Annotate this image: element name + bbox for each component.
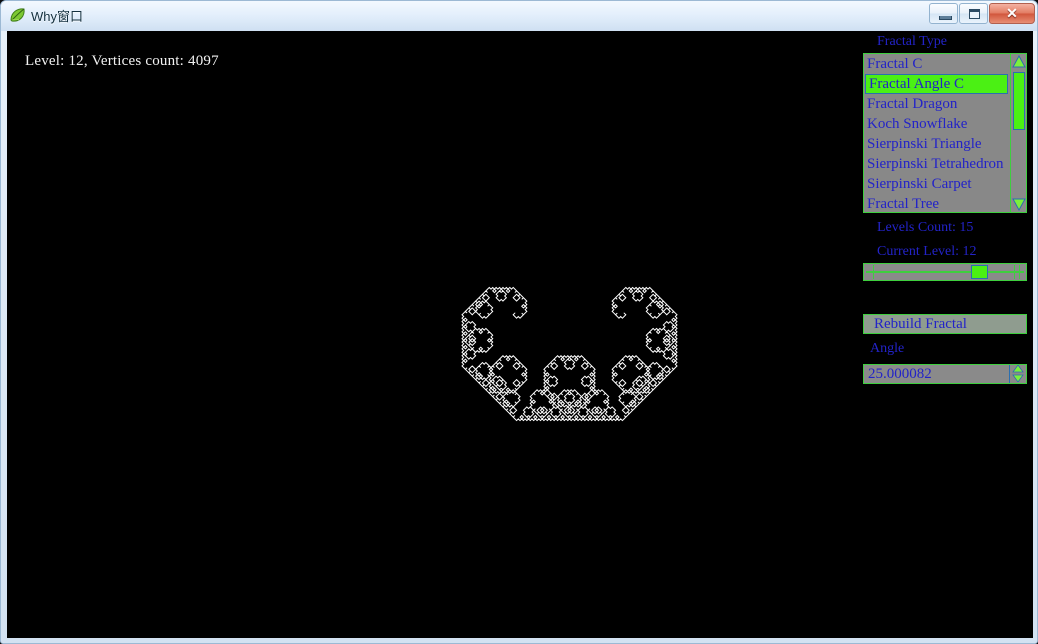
- slider-tick-max: [1014, 265, 1015, 279]
- fractal-type-option[interactable]: Fractal Angle C: [865, 74, 1008, 94]
- spinner-down-icon[interactable]: [1012, 374, 1024, 382]
- window-title: Why窗口: [31, 9, 84, 24]
- control-panel: Fractal Type Fractal C Fractal Angle C Fra…: [857, 31, 1033, 638]
- application-window: Why窗口 ✕ Level: 12, Vertices count: 4097 …: [0, 0, 1038, 644]
- close-button[interactable]: ✕: [989, 3, 1035, 24]
- minimize-icon: [939, 16, 952, 20]
- levels-count-label: Levels Count: 15: [877, 220, 974, 235]
- fractal-path: [461, 286, 678, 422]
- maximize-icon: [969, 9, 980, 19]
- spinner-up-icon[interactable]: [1012, 365, 1024, 373]
- angle-label: Angle: [870, 341, 905, 356]
- slider-tick-end: [1019, 265, 1020, 279]
- slider-thumb[interactable]: [971, 265, 988, 279]
- fractal-curve: [461, 286, 678, 422]
- listbox-scrollbar[interactable]: [1010, 54, 1026, 212]
- window-controls: ✕: [928, 3, 1035, 25]
- fractal-type-option[interactable]: Sierpinski Tetrahedron: [864, 154, 1010, 174]
- close-icon: ✕: [1006, 5, 1018, 21]
- fractal-type-label: Fractal Type: [877, 34, 947, 49]
- scrollbar-thumb[interactable]: [1013, 72, 1025, 130]
- current-level-label: Current Level: 12: [877, 244, 977, 259]
- scroll-down-icon[interactable]: [1012, 197, 1026, 211]
- fractal-type-option[interactable]: Fractal Dragon: [864, 94, 1010, 114]
- maximize-button[interactable]: [959, 3, 988, 24]
- fractal-type-option[interactable]: Sierpinski Carpet: [864, 174, 1010, 194]
- leaf-icon: [10, 8, 25, 22]
- title-bar[interactable]: Why窗口 ✕: [1, 1, 1038, 31]
- slider-track: [866, 271, 1024, 273]
- angle-spinner-buttons[interactable]: [1009, 365, 1025, 383]
- fractal-type-option[interactable]: Sierpinski Triangle: [864, 134, 1010, 154]
- scroll-up-icon[interactable]: [1012, 55, 1026, 69]
- fractal-type-option[interactable]: Fractal Tree: [864, 194, 1010, 212]
- fractal-canvas[interactable]: Level: 12, Vertices count: 4097: [7, 31, 857, 638]
- angle-spinner[interactable]: 25.000082: [863, 364, 1027, 384]
- angle-value[interactable]: 25.000082: [868, 365, 932, 383]
- slider-tick-min: [873, 265, 874, 279]
- fractal-type-options: Fractal C Fractal Angle C Fractal Dragon Ko…: [864, 54, 1010, 212]
- rebuild-fractal-button[interactable]: Rebuild Fractal: [863, 314, 1027, 334]
- level-slider[interactable]: [863, 263, 1027, 281]
- minimize-button[interactable]: [929, 3, 958, 24]
- fractal-type-listbox[interactable]: Fractal C Fractal Angle C Fractal Dragon Ko…: [863, 53, 1027, 213]
- fractal-type-option[interactable]: Koch Snowflake: [864, 114, 1010, 134]
- client-area: Level: 12, Vertices count: 4097 Fractal …: [7, 31, 1033, 638]
- fractal-type-option[interactable]: Fractal C: [864, 54, 1010, 74]
